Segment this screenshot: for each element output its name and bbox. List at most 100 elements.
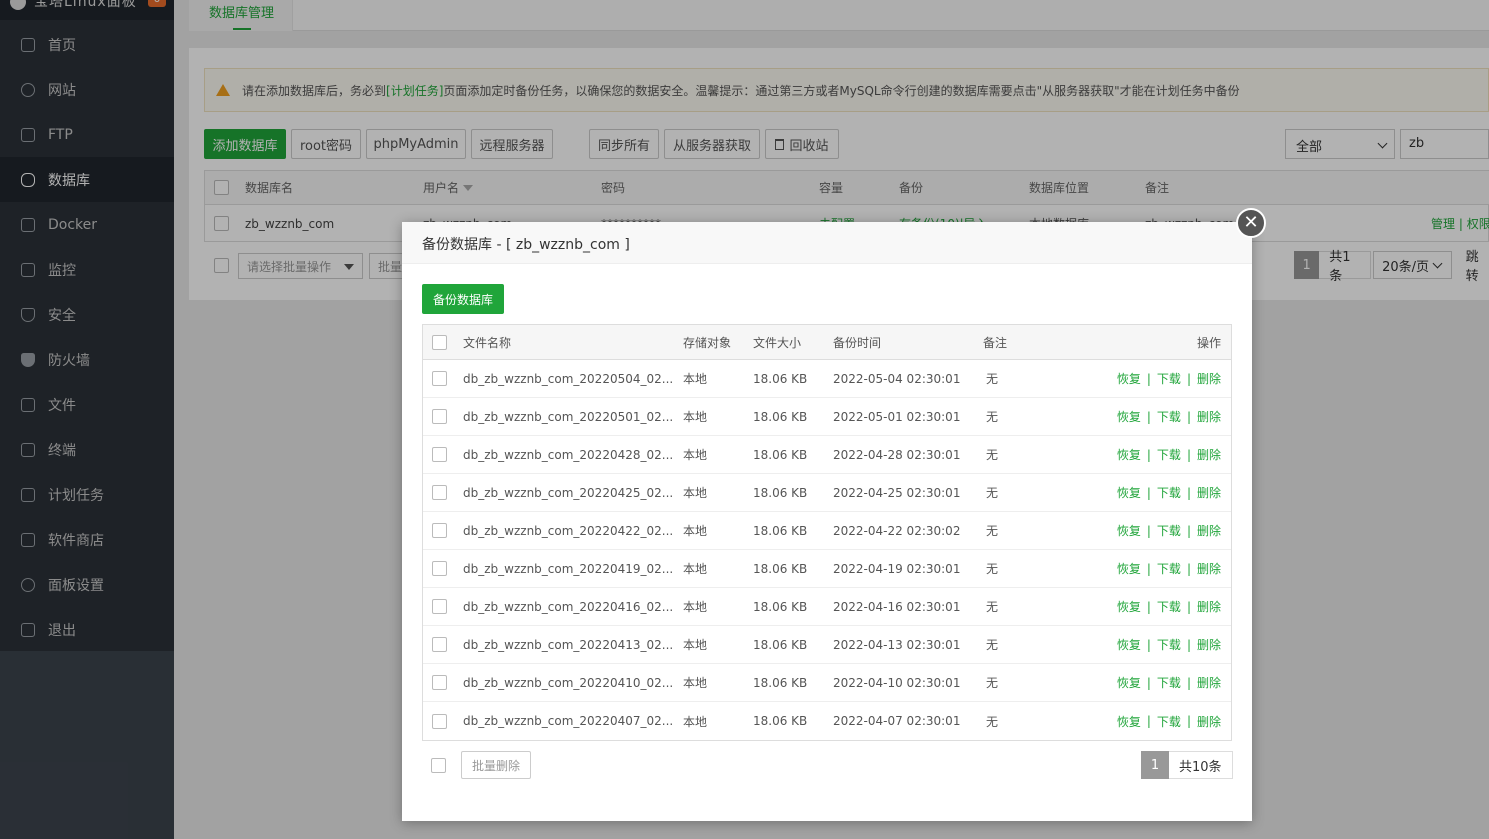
- file-size: 18.06 KB: [753, 485, 808, 500]
- row-checkbox[interactable]: [432, 512, 447, 549]
- row-checkbox[interactable]: [432, 550, 447, 587]
- col-backup-time: 备份时间: [833, 335, 882, 350]
- delete-link[interactable]: 删除: [1197, 370, 1221, 387]
- restore-link[interactable]: 恢复: [1117, 560, 1141, 577]
- select-all-backups-checkbox[interactable]: [432, 325, 447, 359]
- row-checkbox[interactable]: [432, 626, 447, 663]
- file-name: db_zb_wzznb_com_20220419_02...: [463, 561, 674, 576]
- bulk-delete-button[interactable]: 批量删除: [461, 751, 531, 779]
- file-name: db_zb_wzznb_com_20220425_02...: [463, 485, 674, 500]
- note: 无: [986, 486, 999, 500]
- delete-link[interactable]: 删除: [1197, 560, 1221, 577]
- storage: 本地: [683, 410, 708, 424]
- backup-table-header: 文件名称 存储对象 文件大小 备份时间 备注 操作: [423, 325, 1231, 360]
- page-number[interactable]: 1: [1141, 751, 1169, 779]
- backup-table-body: db_zb_wzznb_com_20220504_02... 本地 18.06 KB…: [423, 360, 1231, 740]
- delete-link[interactable]: 删除: [1197, 598, 1221, 615]
- ops-separator: |: [1146, 561, 1151, 576]
- ops-separator: |: [1146, 599, 1151, 614]
- download-link[interactable]: 下载: [1157, 484, 1181, 501]
- page-total: 共10条: [1169, 751, 1233, 779]
- row-checkbox[interactable]: [432, 360, 447, 397]
- note: 无: [986, 410, 999, 424]
- table-row: db_zb_wzznb_com_20220428_02... 本地 18.06 KB…: [423, 436, 1231, 474]
- row-checkbox[interactable]: [432, 474, 447, 511]
- note: 无: [986, 524, 999, 538]
- download-link[interactable]: 下载: [1157, 522, 1181, 539]
- file-name: db_zb_wzznb_com_20220410_02...: [463, 675, 674, 690]
- file-size: 18.06 KB: [753, 637, 808, 652]
- row-ops: 恢复 | 下载 | 删除: [1117, 398, 1221, 435]
- delete-link[interactable]: 删除: [1197, 636, 1221, 653]
- note: 无: [986, 448, 999, 462]
- storage: 本地: [683, 714, 708, 729]
- row-ops: 恢复 | 下载 | 删除: [1117, 360, 1221, 397]
- restore-link[interactable]: 恢复: [1117, 713, 1141, 730]
- ops-separator: |: [1186, 371, 1191, 386]
- note: 无: [986, 676, 999, 690]
- delete-link[interactable]: 删除: [1197, 446, 1221, 463]
- row-checkbox[interactable]: [432, 398, 447, 435]
- download-link[interactable]: 下载: [1157, 560, 1181, 577]
- row-checkbox[interactable]: [432, 702, 447, 740]
- download-link[interactable]: 下载: [1157, 674, 1181, 691]
- restore-link[interactable]: 恢复: [1117, 598, 1141, 615]
- row-ops: 恢复 | 下载 | 删除: [1117, 626, 1221, 663]
- restore-link[interactable]: 恢复: [1117, 636, 1141, 653]
- file-size: 18.06 KB: [753, 599, 808, 614]
- delete-link[interactable]: 删除: [1197, 408, 1221, 425]
- file-size: 18.06 KB: [753, 523, 808, 538]
- restore-link[interactable]: 恢复: [1117, 370, 1141, 387]
- restore-link[interactable]: 恢复: [1117, 674, 1141, 691]
- col-file-size: 文件大小: [753, 335, 802, 350]
- ops-separator: |: [1146, 371, 1151, 386]
- restore-link[interactable]: 恢复: [1117, 446, 1141, 463]
- ops-separator: |: [1186, 714, 1191, 728]
- ops-separator: |: [1186, 561, 1191, 576]
- backup-time: 2022-05-01 02:30:01: [833, 409, 961, 424]
- restore-link[interactable]: 恢复: [1117, 522, 1141, 539]
- note: 无: [986, 638, 999, 652]
- backup-time: 2022-04-22 02:30:02: [833, 523, 961, 538]
- ops-separator: |: [1186, 675, 1191, 690]
- download-link[interactable]: 下载: [1157, 713, 1181, 730]
- file-name: db_zb_wzznb_com_20220428_02...: [463, 447, 674, 462]
- file-size: 18.06 KB: [753, 714, 808, 728]
- delete-link[interactable]: 删除: [1197, 522, 1221, 539]
- restore-link[interactable]: 恢复: [1117, 408, 1141, 425]
- table-row: db_zb_wzznb_com_20220413_02... 本地 18.06 KB…: [423, 626, 1231, 664]
- file-name: db_zb_wzznb_com_20220416_02...: [463, 599, 674, 614]
- ops-separator: |: [1186, 485, 1191, 500]
- table-row: db_zb_wzznb_com_20220407_02... 本地 18.06 KB…: [423, 702, 1231, 740]
- table-row: db_zb_wzznb_com_20220419_02... 本地 18.06 KB…: [423, 550, 1231, 588]
- note: 无: [986, 372, 999, 386]
- download-link[interactable]: 下载: [1157, 370, 1181, 387]
- download-link[interactable]: 下载: [1157, 598, 1181, 615]
- restore-link[interactable]: 恢复: [1117, 484, 1141, 501]
- note: 无: [986, 562, 999, 576]
- delete-link[interactable]: 删除: [1197, 484, 1221, 501]
- row-checkbox[interactable]: [432, 436, 447, 473]
- download-link[interactable]: 下载: [1157, 446, 1181, 463]
- backup-database-button[interactable]: 备份数据库: [422, 284, 504, 314]
- row-checkbox[interactable]: [432, 588, 447, 625]
- storage: 本地: [683, 448, 708, 462]
- table-row: db_zb_wzznb_com_20220410_02... 本地 18.06 KB…: [423, 664, 1231, 702]
- download-link[interactable]: 下载: [1157, 408, 1181, 425]
- row-ops: 恢复 | 下载 | 删除: [1117, 664, 1221, 701]
- row-checkbox[interactable]: [432, 664, 447, 701]
- backup-time: 2022-04-16 02:30:01: [833, 599, 961, 614]
- ops-separator: |: [1146, 485, 1151, 500]
- ops-separator: |: [1146, 447, 1151, 462]
- storage: 本地: [683, 562, 708, 576]
- delete-link[interactable]: 删除: [1197, 713, 1221, 730]
- delete-link[interactable]: 删除: [1197, 674, 1221, 691]
- ops-separator: |: [1146, 637, 1151, 652]
- bulk-backups-checkbox[interactable]: [431, 758, 446, 777]
- file-size: 18.06 KB: [753, 409, 808, 424]
- note: 无: [986, 714, 999, 729]
- close-button[interactable]: ✕: [1236, 208, 1266, 238]
- download-link[interactable]: 下载: [1157, 636, 1181, 653]
- backup-time: 2022-04-28 02:30:01: [833, 447, 961, 462]
- row-ops: 恢复 | 下载 | 删除: [1117, 474, 1221, 511]
